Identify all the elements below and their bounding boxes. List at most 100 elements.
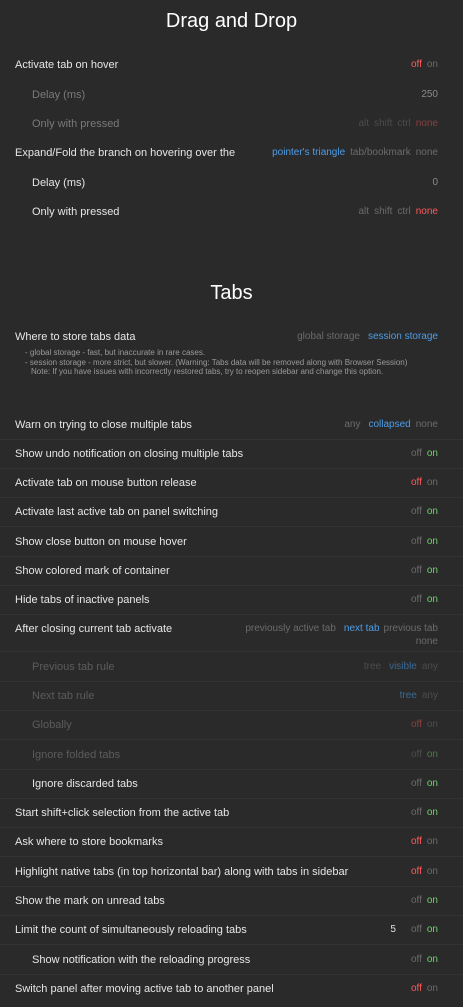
setting-label: Show the mark on unread tabs [15,895,165,907]
option-on[interactable]: on [427,565,438,576]
option-off[interactable]: off [411,565,422,576]
option-on[interactable]: on [427,536,438,547]
option-alt[interactable]: alt [359,206,370,217]
option-shift[interactable]: shift [374,118,392,129]
option-on[interactable]: on [427,895,438,906]
option-on[interactable]: on [427,749,438,760]
setting-ask-store-bookmarks[interactable]: Ask where to store bookmarks off on [0,828,463,857]
option-off[interactable]: off [411,448,422,459]
option-collapsed[interactable]: collapsed [368,419,410,430]
note-line: - session storage - more strict, but slo… [25,357,408,367]
setting-next-tab-rule[interactable]: Next tab rule tree any [0,682,463,711]
limit-value[interactable]: 5 [390,924,396,935]
option-next-tab[interactable]: next tab [344,623,380,634]
option-on[interactable]: on [427,778,438,789]
setting-ignore-folded[interactable]: Ignore folded tabs off on [0,741,463,770]
setting-unread-mark[interactable]: Show the mark on unread tabs off on [0,887,463,916]
setting-label: Activate last active tab on panel switch… [15,506,219,518]
option-off[interactable]: off [411,594,422,605]
option-ctrl[interactable]: ctrl [397,206,410,217]
option-on[interactable]: on [427,59,438,70]
setting-label: Switch panel after moving active tab to … [15,983,274,995]
setting-reload-notification[interactable]: Show notification with the reloading pro… [0,946,463,975]
option-on[interactable]: on [427,719,438,730]
setting-previous-tab-rule[interactable]: Previous tab rule tree visible any [0,653,463,682]
setting-hide-inactive-panels[interactable]: Hide tabs of inactive panels off on [0,586,463,615]
option-off[interactable]: off [411,59,422,70]
option-off[interactable]: off [411,807,422,818]
setting-activate-last-active[interactable]: Activate last active tab on panel switch… [0,498,463,527]
delay-value[interactable]: 0 [432,177,438,188]
setting-label: Ignore discarded tabs [32,778,138,790]
option-off[interactable]: off [411,778,422,789]
option-off[interactable]: off [411,954,422,965]
option-shift[interactable]: shift [374,206,392,217]
setting-undo-notification[interactable]: Show undo notification on closing multip… [0,440,463,469]
option-tree[interactable]: tree [400,690,417,701]
option-on[interactable]: on [427,924,438,935]
setting-where-to-store-tabs[interactable]: Where to store tabs data global storage s… [0,323,463,351]
setting-fold-only-with-pressed[interactable]: Only with pressed alt shift ctrl none [0,198,463,226]
setting-label: Start shift+click selection from the act… [15,807,230,819]
option-previous-tab[interactable]: previous tab [384,623,438,634]
setting-label: Delay (ms) [32,177,86,189]
option-none[interactable]: none [416,206,438,217]
option-visible[interactable]: visible [389,661,417,672]
setting-colored-mark[interactable]: Show colored mark of container off on [0,557,463,586]
delay-value[interactable]: 250 [421,89,438,100]
setting-globally[interactable]: Globally off on [0,711,463,740]
setting-hover-delay[interactable]: Delay (ms) 250 [0,81,463,109]
setting-activate-tab-on-hover[interactable]: Activate tab on hover off on [0,51,463,79]
option-pointers-triangle[interactable]: pointer's triangle [272,147,345,158]
setting-label: Hide tabs of inactive panels [15,594,150,606]
option-none[interactable]: none [416,419,438,430]
option-on[interactable]: on [427,448,438,459]
option-alt[interactable]: alt [359,118,370,129]
setting-limit-reloading[interactable]: Limit the count of simultaneously reload… [0,916,463,945]
option-session-storage[interactable]: session storage [368,331,438,342]
option-tree[interactable]: tree [364,661,381,672]
option-any[interactable]: any [344,419,360,430]
option-on[interactable]: on [427,954,438,965]
setting-shift-click-selection[interactable]: Start shift+click selection from the act… [0,799,463,828]
option-off[interactable]: off [411,749,422,760]
option-off[interactable]: off [411,866,422,877]
option-on[interactable]: on [427,594,438,605]
option-on[interactable]: on [427,836,438,847]
option-none[interactable]: none [416,147,438,158]
option-none[interactable]: none [416,636,438,647]
option-none[interactable]: none [416,118,438,129]
option-off[interactable]: off [411,836,422,847]
option-on[interactable]: on [427,983,438,994]
setting-after-closing-activate[interactable]: After closing current tab activate previ… [0,615,463,652]
option-off[interactable]: off [411,983,422,994]
setting-label: Show undo notification on closing multip… [15,448,244,460]
setting-label: Previous tab rule [32,661,115,673]
option-global-storage[interactable]: global storage [297,331,360,342]
setting-hover-only-with-pressed[interactable]: Only with pressed alt shift ctrl none [0,110,463,138]
option-off[interactable]: off [411,719,422,730]
option-on[interactable]: on [427,807,438,818]
option-off[interactable]: off [411,506,422,517]
section-title-drag-and-drop: Drag and Drop [165,10,298,32]
setting-warn-close-multiple[interactable]: Warn on trying to close multiple tabs an… [0,411,463,440]
option-off[interactable]: off [411,895,422,906]
setting-ignore-discarded[interactable]: Ignore discarded tabs off on [0,770,463,799]
option-off[interactable]: off [411,924,422,935]
option-on[interactable]: on [427,477,438,488]
option-any[interactable]: any [422,661,438,672]
setting-expand-fold-branch[interactable]: Expand/Fold the branch on hovering over … [0,139,463,167]
option-on[interactable]: on [427,506,438,517]
setting-activate-on-release[interactable]: Activate tab on mouse button release off… [0,469,463,498]
option-off[interactable]: off [411,536,422,547]
option-off[interactable]: off [411,477,422,488]
option-ctrl[interactable]: ctrl [397,118,410,129]
option-previously-active[interactable]: previously active tab [245,623,336,634]
option-on[interactable]: on [427,866,438,877]
option-tab-bookmark[interactable]: tab/bookmark [350,147,411,158]
setting-close-button-hover[interactable]: Show close button on mouse hover off on [0,528,463,557]
setting-highlight-native-tabs[interactable]: Highlight native tabs (in top horizontal… [0,858,463,887]
setting-switch-panel-after-move[interactable]: Switch panel after moving active tab to … [0,975,463,1003]
setting-fold-delay[interactable]: Delay (ms) 0 [0,169,463,197]
option-any[interactable]: any [422,690,438,701]
